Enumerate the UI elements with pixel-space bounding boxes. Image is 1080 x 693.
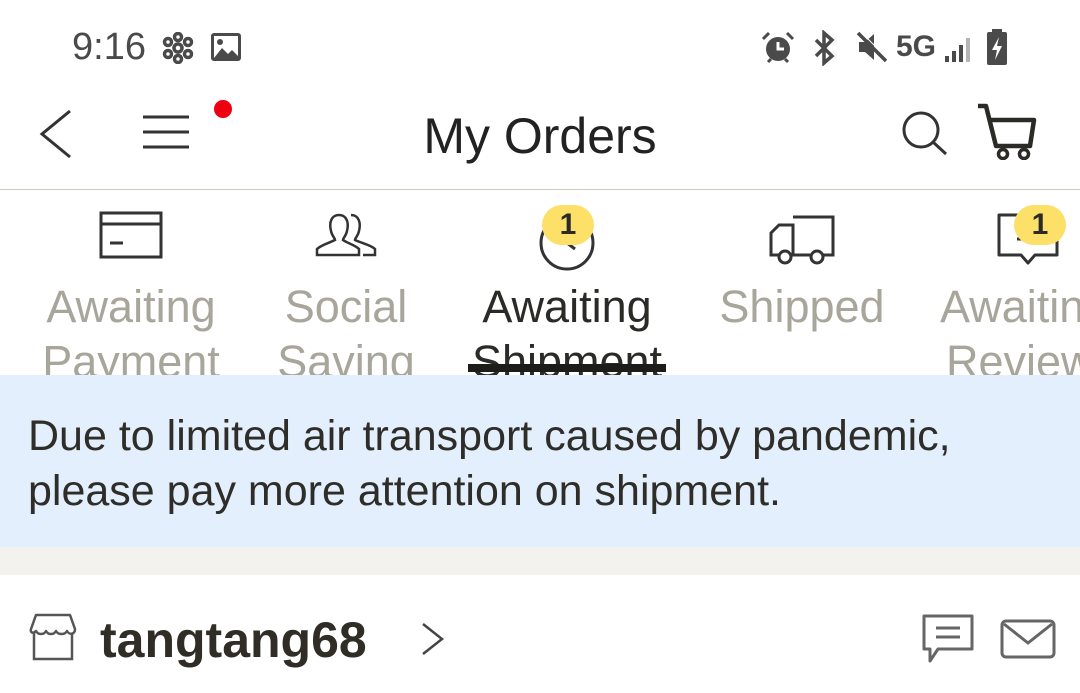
battery-charging-icon: [987, 29, 1007, 65]
search-button[interactable]: [900, 110, 950, 158]
tab-label: Awaiting Payment: [42, 281, 220, 375]
mute-icon: [856, 30, 889, 63]
bluetooth-icon: [814, 30, 835, 66]
tab-awaiting-payment[interactable]: Awaiting Payment: [20, 191, 242, 375]
tab-label: Shipped: [719, 281, 885, 332]
order-status-tabs: Awaiting Payment Social Saving 1 Awaiting S…: [0, 191, 1080, 375]
truck-icon: [769, 215, 835, 265]
network-type: 5G: [896, 30, 937, 63]
chat-button[interactable]: [920, 613, 976, 665]
store-name-link[interactable]: tangtang68: [100, 611, 367, 669]
notice-text: Due to limited air transport caused by p…: [28, 412, 951, 515]
tab-social-saving[interactable]: Social Saving: [246, 191, 446, 375]
alarm-icon: [761, 31, 795, 64]
image-icon: [211, 33, 241, 61]
credit-card-icon: [99, 211, 163, 259]
chevron-right-icon[interactable]: [420, 621, 446, 657]
notification-badge: 1: [542, 205, 594, 245]
people-icon: [315, 213, 377, 257]
notice-banner: Due to limited air transport caused by p…: [0, 375, 1080, 547]
tab-shipped[interactable]: Shipped: [700, 191, 904, 375]
tab-label: Awaiting Shipment: [471, 281, 663, 375]
active-tab-indicator: [468, 364, 666, 372]
store-row: tangtang68: [0, 575, 1080, 693]
tab-awaiting-shipment[interactable]: 1 Awaiting Shipment: [458, 191, 676, 375]
mail-button[interactable]: [1000, 619, 1056, 659]
app-header: My Orders: [0, 92, 1080, 190]
status-bar: 9:16 5G: [0, 0, 1080, 92]
status-time: 9:16: [72, 26, 146, 68]
tab-awaiting-review[interactable]: 1 AwaitingReview: [930, 191, 1080, 375]
store-icon: [29, 613, 77, 661]
notification-badge: 1: [1014, 205, 1066, 245]
section-divider: [0, 547, 1080, 575]
tab-label: AwaitingReview: [940, 281, 1080, 375]
cart-button[interactable]: [976, 102, 1040, 160]
pinwheel-icon: [162, 32, 194, 64]
signal-icon: [945, 38, 970, 62]
tab-label: Social Saving: [277, 281, 415, 375]
